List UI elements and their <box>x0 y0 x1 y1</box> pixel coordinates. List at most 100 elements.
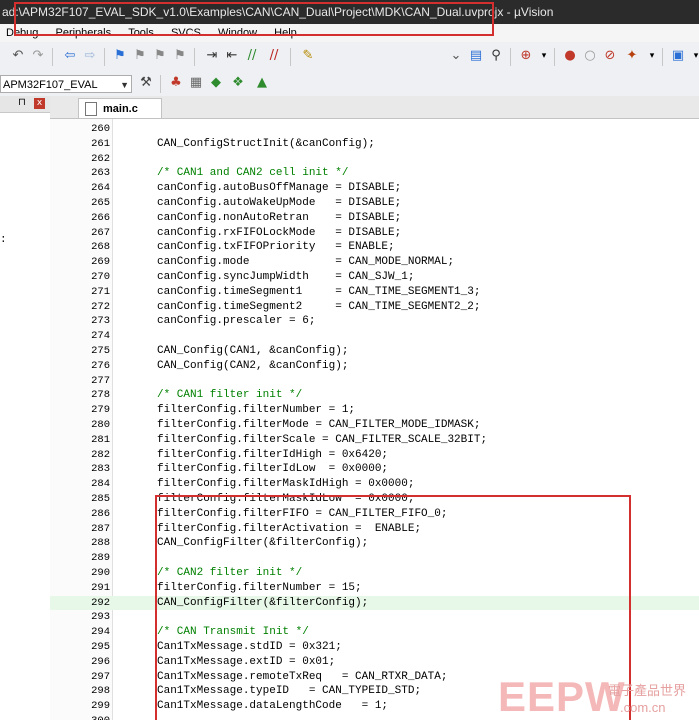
code-line[interactable]: 274 <box>50 329 699 344</box>
code-line[interactable]: 266 canConfig.nonAutoRetran = DISABLE; <box>50 211 699 226</box>
find-icon[interactable]: ▤ <box>468 48 484 64</box>
code-line[interactable]: 263 /* CAN1 and CAN2 cell init */ <box>50 166 699 181</box>
code-line[interactable]: 293 <box>50 610 699 625</box>
code-line[interactable]: 269 canConfig.mode = CAN_MODE_NORMAL; <box>50 255 699 270</box>
unindent-icon[interactable]: ⇤ <box>224 48 240 64</box>
code-text: canConfig.timeSegment1 = CAN_TIME_SEGMEN… <box>157 285 481 298</box>
watermark-url: .com.cn <box>620 700 666 715</box>
code-line[interactable]: 289 <box>50 551 699 566</box>
target-options-icon[interactable]: ⚒ <box>138 75 154 91</box>
incremental-find-icon[interactable]: ⚲ <box>488 48 504 64</box>
bookmark-icon[interactable]: ⚑ <box>112 48 128 64</box>
debug-session-icon[interactable]: ⊕ <box>518 48 534 64</box>
indent-icon[interactable]: ⇥ <box>204 48 220 64</box>
code-line[interactable]: 265 canConfig.autoWakeUpMode = DISABLE; <box>50 196 699 211</box>
code-line[interactable]: 279 filterConfig.filterNumber = 1; <box>50 403 699 418</box>
prev-bookmark-icon[interactable]: ⚑ <box>132 48 148 64</box>
clear-bookmarks-icon[interactable]: ⚑ <box>172 48 188 64</box>
close-icon[interactable]: x <box>34 98 45 109</box>
line-number: 287 <box>91 522 110 535</box>
code-line[interactable]: 272 canConfig.timeSegment2 = CAN_TIME_SEG… <box>50 300 699 315</box>
code-editor[interactable]: 260 261 CAN_ConfigStructInit(&canConfig); 2… <box>50 119 699 720</box>
code-line[interactable]: 271 canConfig.timeSegment1 = CAN_TIME_SEG… <box>50 285 699 300</box>
code-line[interactable]: 285 filterConfig.filterMaskIdLow = 0x0000… <box>50 492 699 507</box>
line-number: 261 <box>91 137 110 150</box>
code-line[interactable]: 296 Can1TxMessage.extID = 0x01; <box>50 655 699 670</box>
line-number: 262 <box>91 152 110 165</box>
code-line[interactable]: 281 filterConfig.filterScale = CAN_FILTER… <box>50 433 699 448</box>
code-text: filterConfig.filterNumber = 15; <box>157 581 362 594</box>
code-line[interactable]: 288 CAN_ConfigFilter(&filterConfig); <box>50 536 699 551</box>
next-bookmark-icon[interactable]: ⚑ <box>152 48 168 64</box>
code-line[interactable]: 260 <box>50 122 699 137</box>
layout-dropdown-icon[interactable]: ▾ <box>688 48 699 64</box>
line-number: 293 <box>91 611 110 624</box>
code-line[interactable]: 292 CAN_ConfigFilter(&filterConfig); <box>50 595 699 611</box>
code-line[interactable]: 273 canConfig.prescaler = 6; <box>50 314 699 329</box>
line-number: 277 <box>91 374 110 387</box>
code-line[interactable]: 276 CAN_Config(CAN2, &canConfig); <box>50 359 699 374</box>
configure-icon[interactable]: ✦ <box>624 48 640 64</box>
uncomment-icon[interactable]: // <box>266 48 282 64</box>
code-line[interactable]: 284 filterConfig.filterMaskIdHigh = 0x000… <box>50 477 699 492</box>
file-extensions-icon[interactable]: ▦ <box>188 75 204 91</box>
code-line[interactable]: 282 filterConfig.filterIdHigh = 0x6420; <box>50 448 699 463</box>
pack-installer-icon[interactable]: ◆ <box>208 75 224 91</box>
line-number: 283 <box>91 463 110 476</box>
code-line[interactable]: 267 canConfig.rxFIFOLockMode = DISABLE; <box>50 226 699 241</box>
undo-icon[interactable]: ↶ <box>10 48 26 64</box>
pin-icon[interactable]: ⊓ <box>18 97 26 108</box>
code-line[interactable]: 283 filterConfig.filterIdLow = 0x0000; <box>50 462 699 477</box>
tab-main-c[interactable]: main.c <box>78 98 162 118</box>
line-number: 265 <box>91 197 110 209</box>
comment-icon[interactable]: // <box>244 48 260 64</box>
redo-icon[interactable]: ↷ <box>30 48 46 64</box>
code-text: canConfig.timeSegment2 = CAN_TIME_SEGMEN… <box>157 300 481 313</box>
target-select[interactable]: APM32F107_EVAL ▼ <box>0 75 132 93</box>
code-line[interactable]: 268 canConfig.txFIFOPriority = ENABLE; <box>50 240 699 255</box>
code-line[interactable]: 295 Can1TxMessage.stdID = 0x321; <box>50 640 699 655</box>
kill-breakpoints-icon[interactable]: ⊘ <box>602 48 618 64</box>
forward-arrow-icon[interactable]: ⇨ <box>82 48 98 64</box>
code-line[interactable]: 262 <box>50 152 699 167</box>
disable-breakpoint-icon[interactable]: ○ <box>582 48 598 64</box>
code-text: Can1TxMessage.stdID = 0x321; <box>157 641 342 653</box>
line-number: 274 <box>91 330 110 343</box>
line-number: 284 <box>91 478 110 491</box>
code-text: filterConfig.filterScale = CAN_FILTER_SC… <box>157 433 488 446</box>
line-number: 294 <box>91 626 110 639</box>
code-text: canConfig.mode = CAN_MODE_NORMAL; <box>157 256 455 269</box>
code-text: filterConfig.filterMaskIdHigh = 0x0000; <box>157 478 415 491</box>
project-panel-header: ⊓ x <box>0 96 50 113</box>
line-number: 281 <box>91 433 110 446</box>
window-layout-icon[interactable]: ▣ <box>670 48 686 64</box>
select-packs-icon[interactable]: ❖ <box>230 75 246 91</box>
code-text: Can1TxMessage.remoteTxReq = CAN_RTXR_DAT… <box>157 670 448 683</box>
code-line[interactable]: 286 filterConfig.filterFIFO = CAN_FILTER_… <box>50 507 699 522</box>
breakpoint-icon[interactable]: ● <box>562 48 578 64</box>
code-line[interactable]: 261 CAN_ConfigStructInit(&canConfig); <box>50 137 699 152</box>
manage-components-icon[interactable]: ♣ <box>168 75 184 91</box>
code-text: CAN_ConfigFilter(&filterConfig); <box>157 537 369 550</box>
runtime-environment-icon[interactable]: ▲ <box>254 75 270 91</box>
code-line[interactable]: 287 filterConfig.filterActivation = ENABL… <box>50 522 699 537</box>
code-line[interactable]: 290 /* CAN2 filter init */ <box>50 566 699 581</box>
back-arrow-icon[interactable]: ⇦ <box>62 48 78 64</box>
code-line[interactable]: 264 canConfig.autoBusOffManage = DISABLE; <box>50 181 699 196</box>
code-line[interactable]: 291 filterConfig.filterNumber = 15; <box>50 581 699 596</box>
find-in-files-icon[interactable]: ✎ <box>300 48 316 64</box>
code-line[interactable]: 278 /* CAN1 filter init */ <box>50 388 699 403</box>
code-line[interactable]: 270 canConfig.syncJumpWidth = CAN_SJW_1; <box>50 270 699 285</box>
code-line[interactable]: 280 filterConfig.filterMode = CAN_FILTER_… <box>50 418 699 433</box>
line-number: 285 <box>91 493 110 505</box>
code-text: canConfig.rxFIFOLockMode = DISABLE; <box>157 226 402 239</box>
dropdown-icon[interactable]: ⌄ <box>448 48 464 64</box>
line-number: 264 <box>91 182 110 195</box>
line-number: 290 <box>91 567 110 579</box>
debug-dropdown-icon[interactable]: ▾ <box>536 48 552 64</box>
code-line[interactable]: 294 /* CAN Transmit Init */ <box>50 625 699 640</box>
code-line[interactable]: 277 <box>50 374 699 389</box>
configure-dropdown-icon[interactable]: ▾ <box>644 48 660 64</box>
line-number: 291 <box>91 581 110 594</box>
code-line[interactable]: 275 CAN_Config(CAN1, &canConfig); <box>50 344 699 359</box>
